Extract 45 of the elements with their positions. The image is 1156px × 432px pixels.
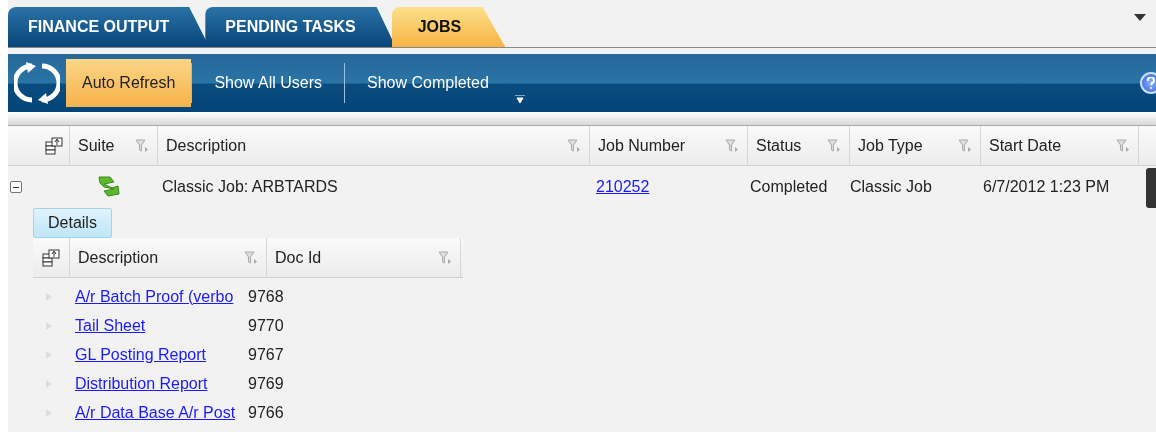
suite-icon: [96, 174, 122, 200]
filter-icon[interactable]: [827, 138, 841, 153]
column-header[interactable]: Start Date: [989, 133, 1062, 158]
column-header[interactable]: Description: [166, 133, 247, 158]
filter-icon[interactable]: [958, 138, 972, 153]
toggle-button[interactable]: Show All Users: [192, 59, 344, 107]
column-header[interactable]: Status: [756, 133, 802, 158]
document-link[interactable]: GL Posting Report: [75, 345, 207, 363]
filter-icon[interactable]: [1116, 138, 1130, 153]
column-header[interactable]: Job Number: [598, 133, 686, 158]
table-cell-text: Classic Job: [850, 177, 933, 197]
filter-icon[interactable]: [725, 138, 739, 153]
filter-icon[interactable]: [135, 138, 149, 153]
details-tab[interactable]: Details: [33, 208, 112, 238]
refresh-icon[interactable]: [14, 62, 60, 104]
dropdown-arrow-icon[interactable]: [1134, 14, 1146, 21]
tab[interactable]: JOBS: [391, 7, 506, 47]
column-header[interactable]: Job Type: [858, 133, 923, 158]
document-link[interactable]: A/r Batch Proof (verbo: [75, 287, 234, 305]
document-link[interactable]: A/r Data Base A/r Post: [75, 403, 236, 421]
table-cell-text: 9769: [248, 373, 284, 394]
filter-icon[interactable]: [438, 250, 452, 265]
filter-icon[interactable]: [244, 250, 258, 265]
toggle-button[interactable]: Show Completed: [345, 59, 511, 107]
overflow-icon[interactable]: [514, 95, 525, 104]
table-cell-text: 9768: [248, 286, 284, 307]
table-cell-text: 9767: [248, 344, 284, 365]
table-cell-text: 6/7/2012 1:23 PM: [982, 177, 1111, 197]
column-chooser-icon[interactable]: [45, 136, 63, 155]
column-header[interactable]: Doc Id: [275, 245, 322, 270]
column-header[interactable]: Description: [78, 245, 159, 270]
column-chooser-icon[interactable]: [42, 248, 60, 267]
job-number-link[interactable]: 210252: [596, 178, 650, 195]
document-link[interactable]: Tail Sheet: [75, 316, 146, 334]
expand-toggle[interactable]: [10, 181, 22, 193]
filter-icon[interactable]: [567, 138, 581, 153]
table-cell-text: 9770: [248, 315, 284, 336]
scrollbar-thumb[interactable]: [1146, 168, 1156, 208]
table-cell-text: Completed: [749, 177, 829, 197]
toggle-button[interactable]: Auto Refresh: [66, 59, 192, 107]
help-icon[interactable]: [1140, 72, 1156, 94]
document-link[interactable]: Distribution Report: [75, 374, 208, 392]
table-cell-text: 9766: [248, 402, 284, 423]
column-header[interactable]: Suite: [78, 133, 115, 158]
table-cell-text: Classic Job: ARBTARDS: [161, 177, 339, 197]
